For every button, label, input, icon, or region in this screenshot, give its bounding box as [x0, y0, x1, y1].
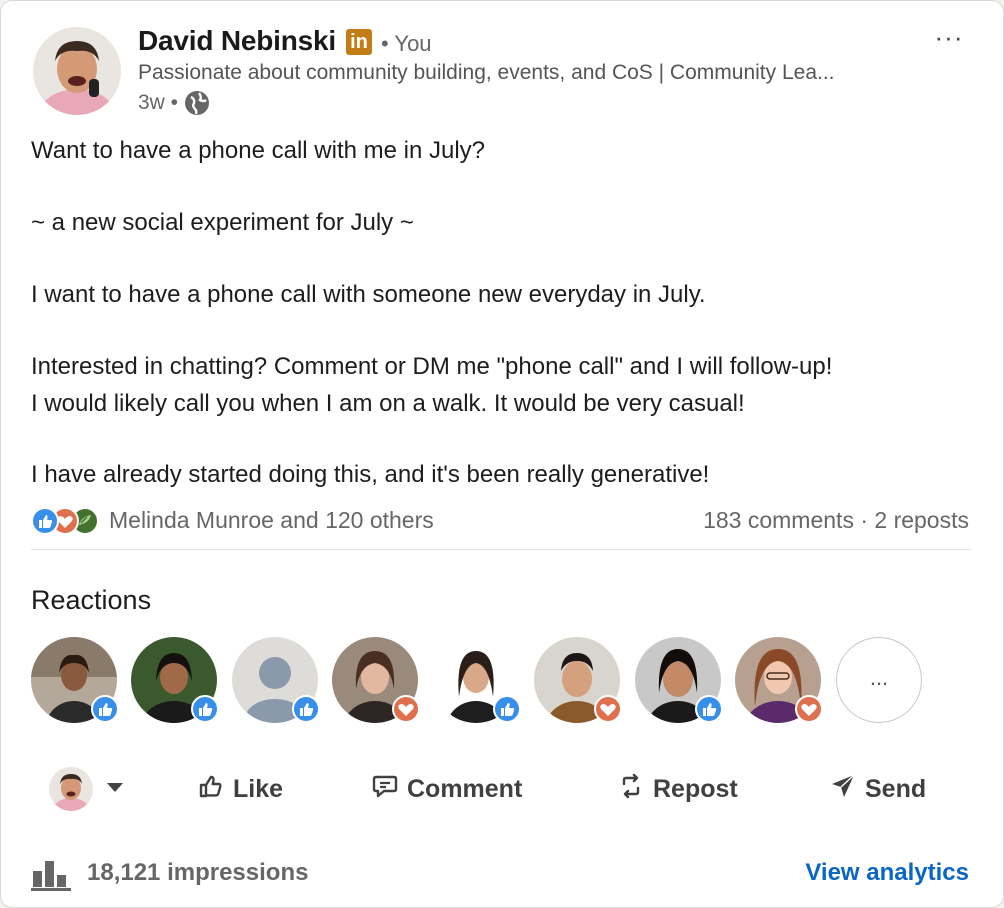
post-line: I have already started doing this, and i…: [31, 461, 710, 488]
love-icon: [594, 695, 622, 723]
like-icon: [292, 695, 320, 723]
more-reactors-button[interactable]: ...: [836, 637, 922, 723]
linkedin-premium-icon: in: [346, 29, 372, 55]
author-name[interactable]: David Nebinski: [138, 25, 336, 57]
reactor-avatar[interactable]: [232, 637, 320, 723]
send-icon: [829, 772, 857, 807]
like-icon: [31, 507, 59, 535]
comment-button[interactable]: Comment: [371, 767, 522, 811]
reactor-avatar[interactable]: [433, 637, 521, 723]
reactors-summary[interactable]: Melinda Munroe and 120 others: [109, 507, 434, 534]
post-line: I want to have a phone call with someone…: [31, 281, 706, 308]
love-icon: [392, 695, 420, 723]
like-icon: [191, 695, 219, 723]
post-line: I would likely call you when I am on a w…: [31, 390, 745, 417]
divider: [31, 549, 971, 550]
send-label: Send: [865, 774, 927, 803]
post-meta: 3w •: [138, 89, 210, 117]
reactor-avatar[interactable]: [534, 637, 622, 723]
comment-icon: [371, 772, 399, 807]
bar-chart-icon: [31, 857, 73, 891]
comments-reposts-count[interactable]: 183 comments · 2 reposts: [703, 507, 969, 534]
reactor-avatar[interactable]: [635, 637, 723, 723]
impressions-count: 18,121 impressions: [87, 859, 309, 886]
reactions-heading: Reactions: [31, 585, 152, 615]
post-age: 3w •: [138, 91, 179, 114]
reactor-avatar[interactable]: [131, 637, 219, 723]
repost-label: Repost: [653, 774, 738, 803]
author-relation: • You: [381, 31, 432, 56]
like-button[interactable]: Like: [197, 767, 283, 811]
globe-icon: [184, 90, 210, 116]
view-analytics-link[interactable]: View analytics: [805, 859, 969, 887]
send-button[interactable]: Send: [829, 767, 926, 811]
comment-label: Comment: [407, 774, 523, 803]
repost-icon: [617, 772, 645, 807]
like-icon: [695, 695, 723, 723]
chevron-down-icon[interactable]: [105, 781, 125, 795]
like-label: Like: [233, 774, 284, 803]
reactor-avatar[interactable]: [31, 637, 119, 723]
more-options-button[interactable]: ···: [927, 23, 971, 55]
author-avatar[interactable]: [33, 27, 121, 115]
post-line: Interested in chatting? Comment or DM me…: [31, 353, 833, 380]
post-card: David Nebinski in • You Passionate about…: [0, 0, 1004, 908]
like-icon: [493, 695, 521, 723]
post-line: ~ a new social experiment for July ~: [31, 209, 414, 236]
reactor-avatar[interactable]: [332, 637, 420, 723]
repost-button[interactable]: Repost: [617, 767, 738, 811]
reaction-summary-icons[interactable]: [31, 507, 103, 535]
post-line: Want to have a phone call with me in Jul…: [31, 137, 486, 164]
actor-avatar[interactable]: [49, 767, 93, 811]
like-icon: [91, 695, 119, 723]
reactor-avatar[interactable]: [735, 637, 823, 723]
thumbs-up-icon: [197, 772, 225, 807]
author-headline: Passionate about community building, eve…: [138, 61, 835, 84]
love-icon: [795, 695, 823, 723]
